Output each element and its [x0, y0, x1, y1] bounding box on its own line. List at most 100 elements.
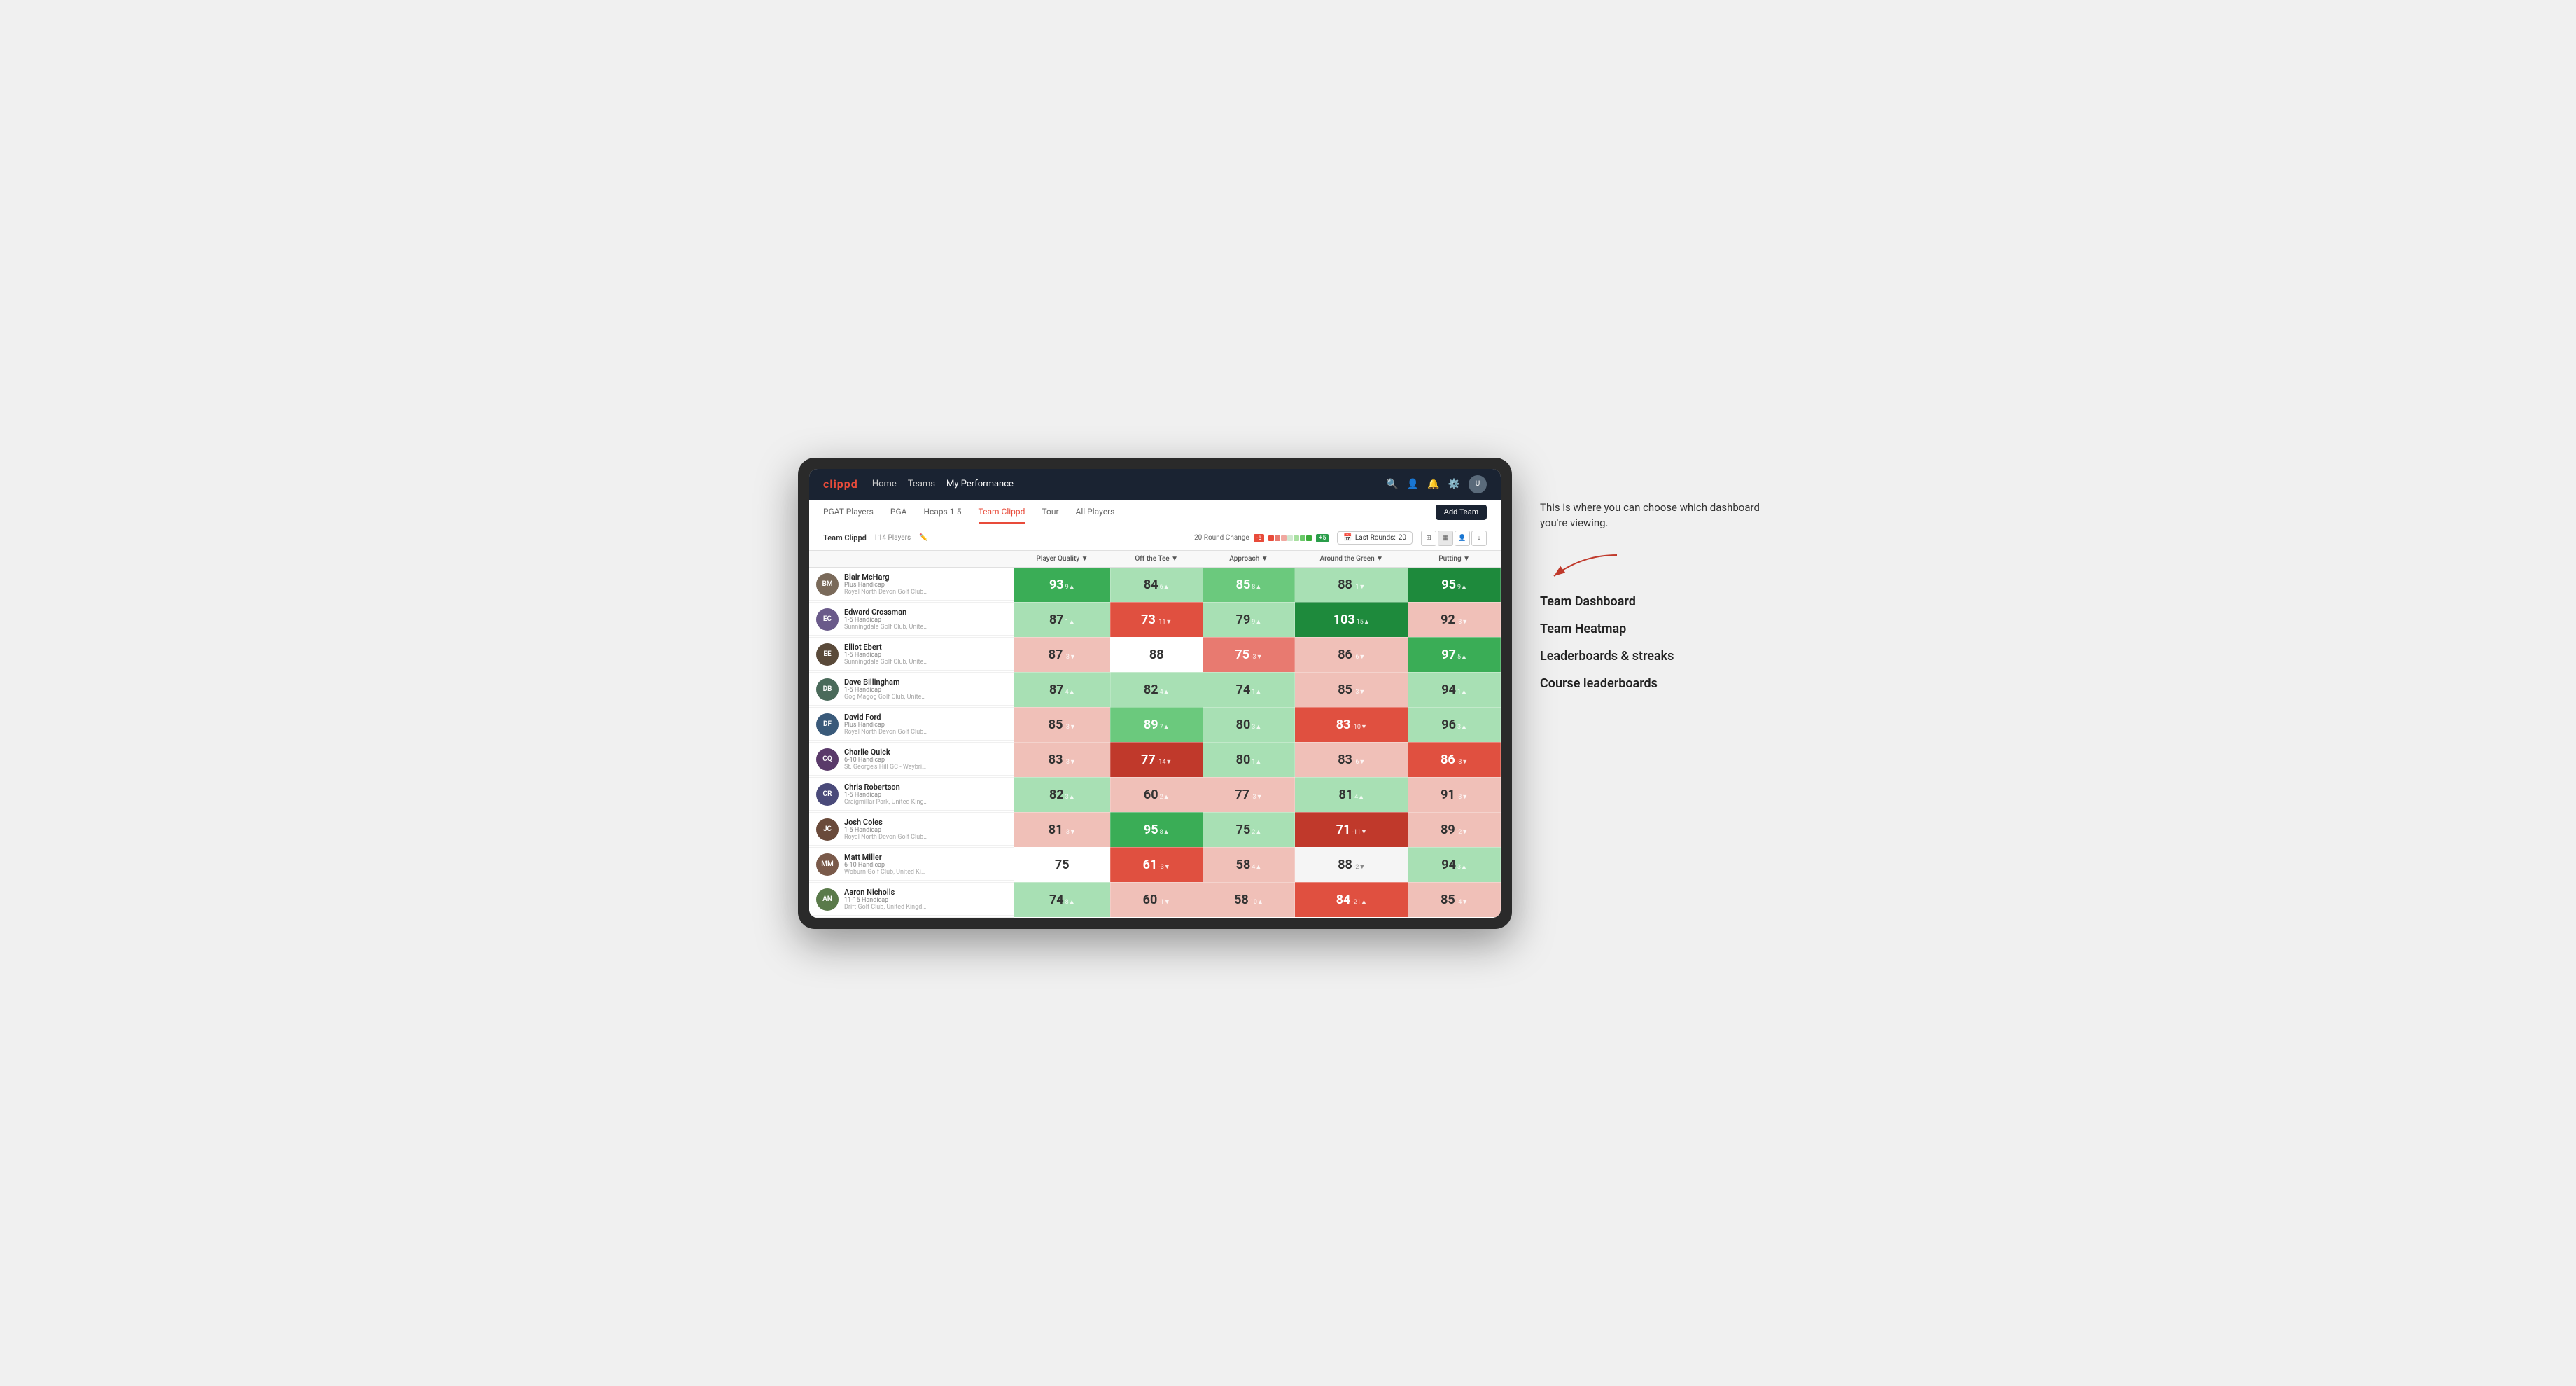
score-cell[interactable]: 86-8▼ — [1408, 742, 1501, 777]
col-header-putting[interactable]: Putting ▼ — [1408, 551, 1501, 568]
nav-link-teams[interactable]: Teams — [908, 476, 935, 492]
score-cell[interactable]: 81-3▼ — [1014, 812, 1111, 847]
tab-team-clippd[interactable]: Team Clippd — [979, 501, 1026, 524]
col-header-player — [809, 551, 1014, 568]
score-cell[interactable]: 943▲ — [1408, 847, 1501, 882]
score-cell[interactable]: 75 — [1014, 847, 1111, 882]
add-team-button[interactable]: Add Team — [1436, 505, 1487, 520]
score-cell[interactable]: 83-3▼ — [1014, 742, 1111, 777]
score-cell[interactable]: 85-3▼ — [1295, 672, 1408, 707]
option-team-heatmap[interactable]: Team Heatmap — [1540, 622, 1778, 636]
score-cell[interactable]: 801▲ — [1203, 742, 1295, 777]
avatar-view-button[interactable]: 👤 — [1455, 531, 1470, 546]
score-cell[interactable]: 939▲ — [1014, 567, 1111, 602]
col-header-green[interactable]: Around the Green ▼ — [1295, 551, 1408, 568]
score-cell[interactable]: 871▲ — [1014, 602, 1111, 637]
table-row[interactable]: BMBlair McHargPlus HandicapRoyal North D… — [809, 567, 1501, 602]
score-cell[interactable]: 83-10▼ — [1295, 707, 1408, 742]
bell-icon[interactable]: 🔔 — [1427, 479, 1439, 490]
col-header-quality[interactable]: Player Quality ▼ — [1014, 551, 1111, 568]
score-cell[interactable]: 959▲ — [1408, 567, 1501, 602]
score-cell[interactable]: 87-3▼ — [1014, 637, 1111, 672]
score-cell[interactable]: 88-1▼ — [1295, 567, 1408, 602]
tab-all-players[interactable]: All Players — [1076, 501, 1115, 524]
score-cell[interactable]: 84-21▲ — [1295, 882, 1408, 917]
score-change: 2▲ — [1160, 793, 1170, 801]
nav-link-performance[interactable]: My Performance — [946, 476, 1014, 492]
table-row[interactable]: ANAaron Nicholls11-15 HandicapDrift Golf… — [809, 882, 1501, 917]
score-cell[interactable]: 85-4▼ — [1408, 882, 1501, 917]
score-cell[interactable]: 584▲ — [1203, 847, 1295, 882]
table-row[interactable]: ECEdward Crossman1-5 HandicapSunningdale… — [809, 602, 1501, 637]
score-cell[interactable]: 748▲ — [1014, 882, 1111, 917]
score-cell[interactable]: 874▲ — [1014, 672, 1111, 707]
tab-hcaps[interactable]: Hcaps 1-5 — [923, 501, 961, 524]
grid-view-button[interactable]: ⊞ — [1421, 531, 1436, 546]
table-row[interactable]: JCJosh Coles1-5 HandicapRoyal North Devo… — [809, 812, 1501, 847]
col-header-tee[interactable]: Off the Tee ▼ — [1110, 551, 1203, 568]
score-cell[interactable]: 803▲ — [1203, 707, 1295, 742]
user-icon[interactable]: 👤 — [1407, 479, 1419, 490]
score-cell[interactable]: 741▲ — [1203, 672, 1295, 707]
score-cell[interactable]: 963▲ — [1408, 707, 1501, 742]
score-cell[interactable]: 88 — [1110, 637, 1203, 672]
score-cell[interactable]: 858▲ — [1203, 567, 1295, 602]
table-row[interactable]: DFDavid FordPlus HandicapRoyal North Dev… — [809, 707, 1501, 742]
score-cell[interactable]: 5810▲ — [1203, 882, 1295, 917]
score-cell[interactable]: 941▲ — [1408, 672, 1501, 707]
score-cell[interactable]: 846▲ — [1110, 567, 1203, 602]
score-cell[interactable]: 77-3▼ — [1203, 777, 1295, 812]
tab-tour[interactable]: Tour — [1042, 501, 1058, 524]
avatar[interactable]: U — [1469, 475, 1487, 493]
score-cell[interactable]: 83-6▼ — [1295, 742, 1408, 777]
score-cell[interactable]: 897▲ — [1110, 707, 1203, 742]
nav-link-home[interactable]: Home — [872, 476, 897, 492]
score-cell[interactable]: 10315▲ — [1295, 602, 1408, 637]
score-cell[interactable]: 60-1▼ — [1110, 882, 1203, 917]
search-icon[interactable]: 🔍 — [1386, 479, 1398, 490]
heatmap-view-button[interactable]: ▦ — [1438, 531, 1453, 546]
last-rounds-button[interactable]: 📅 Last Rounds: 20 — [1337, 531, 1413, 545]
table-row[interactable]: DBDave Billingham1-5 HandicapGog Magog G… — [809, 672, 1501, 707]
score-cell[interactable]: 824▲ — [1110, 672, 1203, 707]
score-cell[interactable]: 86-6▼ — [1295, 637, 1408, 672]
table-row[interactable]: CRChris Robertson1-5 HandicapCraigmillar… — [809, 777, 1501, 812]
score-cell[interactable]: 602▲ — [1110, 777, 1203, 812]
score-cell[interactable]: 975▲ — [1408, 637, 1501, 672]
player-handicap: 11-15 Handicap — [844, 897, 1007, 904]
score-cell[interactable]: 75-3▼ — [1203, 637, 1295, 672]
score-cell[interactable]: 85-3▼ — [1014, 707, 1111, 742]
option-leaderboards[interactable]: Leaderboards & streaks — [1540, 649, 1778, 664]
col-header-approach[interactable]: Approach ▼ — [1203, 551, 1295, 568]
score-value: 94 — [1441, 858, 1456, 872]
score-cell[interactable]: 71-11▼ — [1295, 812, 1408, 847]
team-name: Team Clippd — [823, 533, 867, 542]
score-cell[interactable]: 88-2▼ — [1295, 847, 1408, 882]
score-cell[interactable]: 958▲ — [1110, 812, 1203, 847]
score-cell[interactable]: 752▲ — [1203, 812, 1295, 847]
table-row[interactable]: EEElliot Ebert1-5 HandicapSunningdale Go… — [809, 637, 1501, 672]
option-course-leaderboards[interactable]: Course leaderboards — [1540, 676, 1778, 691]
score-cell[interactable]: 77-14▼ — [1110, 742, 1203, 777]
option-team-dashboard[interactable]: Team Dashboard — [1540, 594, 1778, 609]
score-value: 74 — [1049, 892, 1064, 907]
score-change: 6▲ — [1160, 583, 1170, 591]
round-change-label: 20 Round Change — [1194, 534, 1250, 542]
score-cell[interactable]: 91-3▼ — [1408, 777, 1501, 812]
score-cell[interactable]: 61-3▼ — [1110, 847, 1203, 882]
score-cell[interactable]: 89-2▼ — [1408, 812, 1501, 847]
settings-icon[interactable]: ⚙️ — [1448, 479, 1460, 490]
table-row[interactable]: MMMatt Miller6-10 HandicapWoburn Golf Cl… — [809, 847, 1501, 882]
tab-pgat[interactable]: PGAT Players — [823, 501, 874, 524]
export-button[interactable]: ↓ — [1471, 531, 1487, 546]
score-cell[interactable]: 799▲ — [1203, 602, 1295, 637]
table-row[interactable]: CQCharlie Quick6-10 HandicapSt. George's… — [809, 742, 1501, 777]
tab-pga[interactable]: PGA — [890, 501, 907, 524]
score-cell[interactable]: 814▲ — [1295, 777, 1408, 812]
edit-icon[interactable]: ✏️ — [919, 534, 927, 542]
nav-logo[interactable]: clippd — [823, 477, 858, 491]
score-cell[interactable]: 823▲ — [1014, 777, 1111, 812]
score-value: 77 — [1235, 788, 1250, 802]
score-cell[interactable]: 73-11▼ — [1110, 602, 1203, 637]
score-cell[interactable]: 92-3▼ — [1408, 602, 1501, 637]
